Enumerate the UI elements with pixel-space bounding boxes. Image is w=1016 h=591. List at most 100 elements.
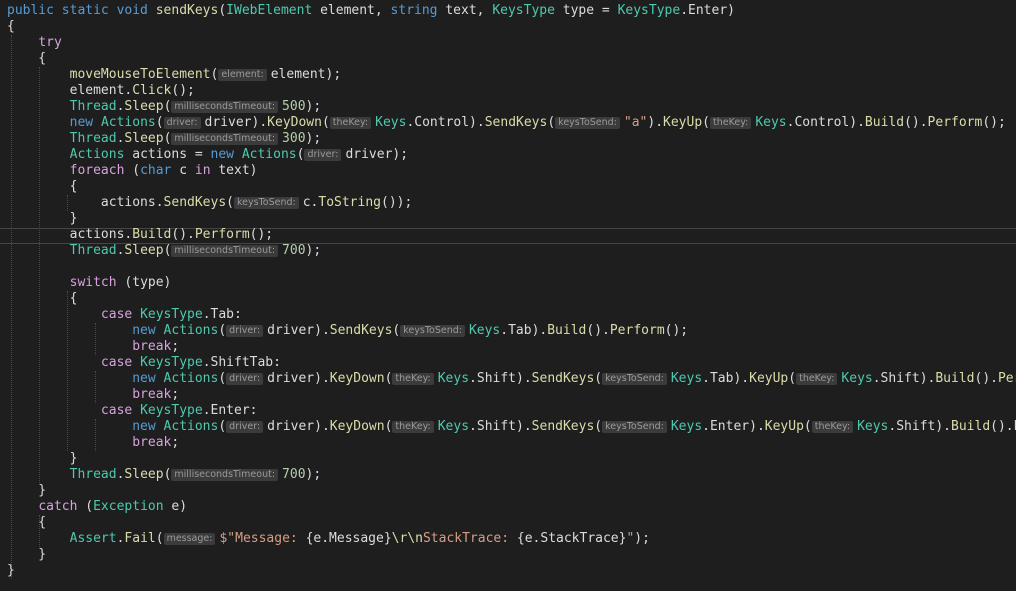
code-line[interactable]: break;: [0, 387, 179, 403]
code-line[interactable]: break;: [0, 435, 179, 451]
code-line[interactable]: moveMouseToElement(element: element);: [0, 67, 342, 83]
code-token: string: [390, 3, 438, 18]
code-token: (: [226, 195, 234, 210]
code-token: KeyDown: [329, 419, 385, 434]
code-token: 300: [282, 131, 306, 146]
code-token: break: [132, 435, 172, 450]
code-token: catch: [38, 499, 78, 514]
code-line[interactable]: element.Click();: [0, 83, 195, 99]
code-line[interactable]: {: [0, 19, 15, 35]
code-token: SendKeys: [163, 195, 227, 210]
code-line[interactable]: Actions actions = new Actions(driver: dri…: [0, 147, 408, 163]
code-token: Thread: [69, 467, 117, 482]
code-line[interactable]: }: [0, 547, 46, 563]
code-line[interactable]: {: [0, 291, 78, 307]
code-token: .Tab:: [202, 307, 242, 322]
parameter-hint: driver:: [226, 421, 264, 433]
code-token: (: [218, 371, 227, 386]
code-token: {e.Message}: [305, 531, 392, 546]
parameter-hint: theKey:: [710, 117, 752, 129]
code-token: .Tab).: [702, 371, 750, 386]
code-line[interactable]: actions.Build().Perform();: [0, 227, 274, 243]
code-token: case: [100, 403, 133, 418]
code-token: .Enter).: [702, 419, 765, 434]
code-token: ;: [171, 435, 180, 450]
code-token: (: [384, 419, 393, 434]
code-token: Sleep: [124, 467, 164, 482]
code-editor[interactable]: public static void sendKeys(IWebElement …: [0, 0, 1016, 591]
code-token: c.: [302, 195, 319, 210]
code-line[interactable]: break;: [0, 339, 179, 355]
code-line[interactable]: Assert.Fail(message: $"Message: {e.Messag…: [0, 531, 650, 547]
code-token: (: [210, 67, 219, 82]
code-line[interactable]: [0, 259, 7, 275]
code-line[interactable]: Thread.Sleep(millisecondsTimeout: 700);: [0, 467, 322, 483]
code-line[interactable]: new Actions(driver: driver).KeyDown(theKe…: [0, 115, 1006, 131]
code-token: Perform: [194, 227, 250, 242]
code-line[interactable]: {: [0, 515, 46, 531]
code-line[interactable]: new Actions(driver: driver).KeyDown(theKe…: [0, 371, 1016, 387]
code-line[interactable]: try: [0, 35, 61, 51]
code-token: c: [171, 163, 195, 178]
code-line[interactable]: }: [0, 563, 15, 579]
code-token: ;: [171, 387, 180, 402]
code-line[interactable]: case KeysType.Enter:: [0, 403, 258, 419]
code-line[interactable]: Thread.Sleep(millisecondsTimeout: 300);: [0, 131, 322, 147]
code-line[interactable]: Thread.Sleep(millisecondsTimeout: 500);: [0, 99, 322, 115]
code-token: ();: [664, 323, 689, 338]
code-line[interactable]: catch (Exception e): [0, 499, 187, 515]
code-token: element);: [270, 67, 342, 82]
code-line[interactable]: foreach (char c in text): [0, 163, 258, 179]
code-token: new: [210, 147, 242, 162]
parameter-hint: keysToSend:: [400, 325, 465, 337]
code-token: );: [634, 531, 650, 546]
code-line[interactable]: new Actions(driver: driver).SendKeys(keys…: [0, 323, 688, 339]
code-line[interactable]: }: [0, 211, 78, 227]
code-line[interactable]: switch (type): [0, 275, 172, 291]
code-token: (: [155, 115, 164, 130]
code-token: Sleep: [124, 243, 164, 258]
code-line[interactable]: actions.SendKeys(keysToSend: c.ToString()…: [0, 195, 412, 211]
code-token: Actions: [241, 147, 297, 162]
code-token: $"Message:: [219, 531, 306, 546]
code-token: text): [210, 163, 258, 178]
code-token: switch: [69, 275, 117, 290]
code-line[interactable]: case KeysType.ShiftTab:: [0, 355, 281, 371]
code-token: ());: [381, 195, 413, 210]
parameter-hint: driver:: [226, 373, 264, 385]
code-token: Assert: [69, 531, 117, 546]
code-token: ();: [249, 227, 274, 242]
code-token: SendKeys: [531, 371, 595, 386]
code-token: ToString: [318, 195, 381, 210]
code-line[interactable]: }: [0, 483, 46, 499]
code-token: (: [124, 163, 141, 178]
code-line[interactable]: Thread.Sleep(millisecondsTimeout: 700);: [0, 243, 322, 259]
parameter-hint: keysToSend:: [602, 421, 667, 433]
code-token: break: [132, 339, 172, 354]
code-token: Actions: [100, 115, 156, 130]
code-line[interactable]: }: [0, 451, 78, 467]
code-line[interactable]: public static void sendKeys(IWebElement …: [0, 3, 735, 19]
code-line[interactable]: {: [0, 179, 78, 195]
code-token: Exception: [93, 499, 164, 514]
code-line[interactable]: case KeysType.Tab:: [0, 307, 242, 323]
code-line[interactable]: new Actions(driver: driver).KeyDown(theKe…: [0, 419, 1016, 435]
code-token: break: [132, 387, 172, 402]
parameter-hint: millisecondsTimeout:: [171, 245, 279, 257]
code-line[interactable]: {: [0, 51, 46, 67]
code-token: Keys: [755, 115, 787, 130]
code-token: ).: [647, 115, 664, 130]
code-token: {: [7, 51, 47, 66]
code-token: case: [100, 355, 133, 370]
code-token: }: [7, 211, 78, 226]
